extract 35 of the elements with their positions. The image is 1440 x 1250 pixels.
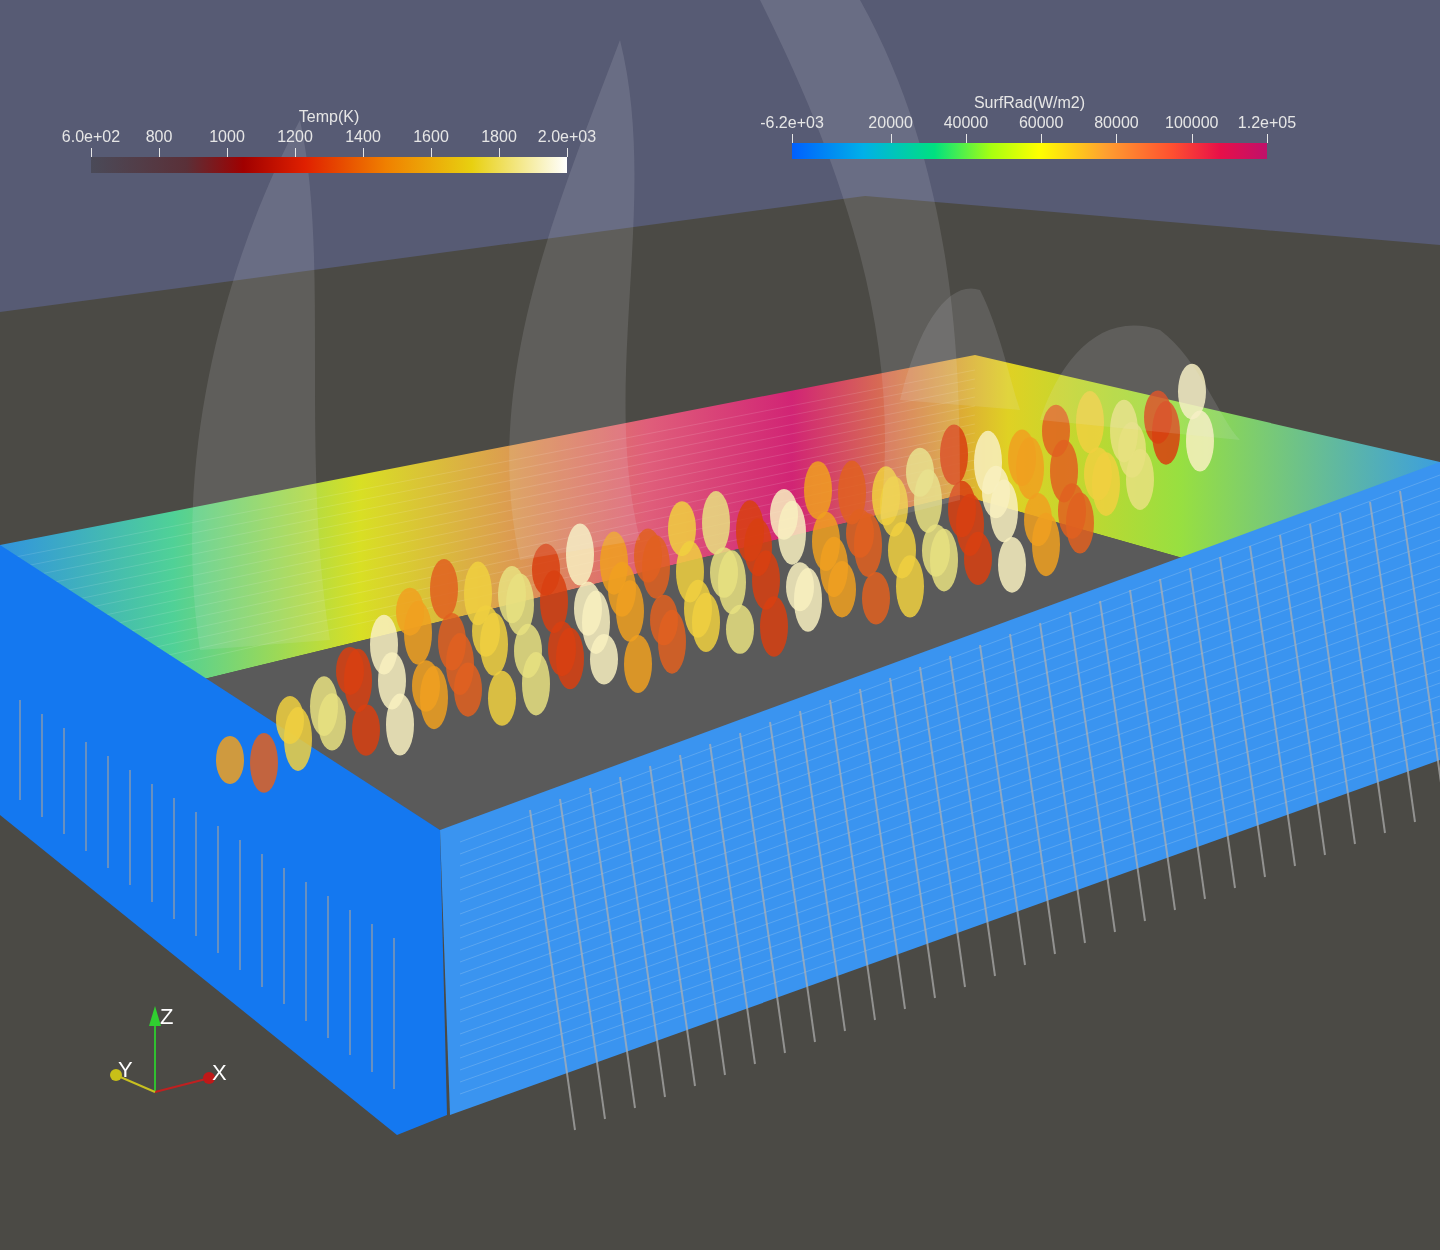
axis-label: X: [212, 1062, 227, 1084]
axis-label: Z: [160, 1006, 174, 1028]
tick-mark: [1041, 134, 1043, 143]
legend-title: Temp(K): [298, 108, 360, 126]
tick-mark: [792, 134, 793, 143]
tick-mark: [295, 148, 296, 157]
tick-label: 20000: [868, 114, 913, 132]
tick-mark: [567, 148, 568, 157]
tick-label: 40000: [943, 114, 989, 132]
tick-mark: [91, 148, 92, 157]
tick-mark: [499, 148, 500, 157]
tick-mark: [159, 148, 160, 157]
tick-label: 800: [145, 128, 173, 146]
legend-title: SurfRad(W/m2): [973, 94, 1086, 112]
tick-mark: [1191, 134, 1193, 143]
tick-mark: [363, 148, 364, 157]
tick-label: 80000: [1094, 114, 1139, 132]
tick-mark: [965, 134, 967, 143]
tick-label: 60000: [1018, 114, 1064, 132]
tick-label: -6.2e+03: [760, 114, 824, 132]
tick-mark: [1116, 134, 1118, 143]
tick-mark: [431, 148, 432, 157]
axis-label: Y: [118, 1059, 133, 1081]
tick-mark: [890, 134, 892, 143]
tick-mark: [1267, 134, 1268, 143]
tick-label: 1400: [345, 128, 381, 146]
tick-label: 100000: [1165, 114, 1219, 132]
tick-label: 1200: [277, 128, 313, 146]
tick-label: 6.0e+02: [61, 128, 121, 146]
tick-label: 1800: [481, 128, 517, 146]
tick-label: 1600: [413, 128, 449, 146]
tick-label: 1000: [209, 128, 245, 146]
tick-label: 1.2e+05: [1237, 114, 1297, 132]
tick-label: 2.0e+03: [537, 128, 597, 146]
tick-mark: [227, 148, 228, 157]
